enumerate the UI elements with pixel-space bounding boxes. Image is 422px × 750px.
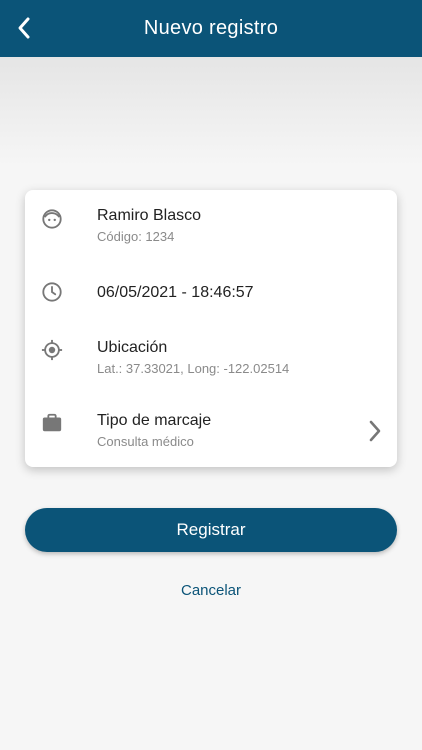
briefcase-icon — [42, 413, 62, 432]
chevron-right-icon[interactable] — [367, 419, 383, 443]
header-shadow — [0, 57, 422, 167]
face-icon — [42, 209, 62, 229]
gps-target-icon — [41, 339, 63, 361]
datetime-value: 06/05/2021 - 18:46:57 — [97, 284, 254, 301]
employee-code: Código: 1234 — [97, 229, 175, 244]
chevron-left-icon — [18, 17, 30, 39]
page-title: Nuevo registro — [143, 17, 279, 39]
record-card: Ramiro Blasco Código: 1234 06/05/2021 - … — [25, 190, 397, 467]
clock-icon — [42, 282, 62, 302]
location-coords: Lat.: 37.33021, Long: -122.02514 — [97, 361, 290, 376]
back-button[interactable] — [10, 14, 38, 42]
marking-type-value: Consulta médico — [97, 434, 194, 449]
cancel-link[interactable]: Cancelar — [0, 582, 422, 599]
employee-name: Ramiro Blasco — [97, 207, 202, 224]
location-label: Ubicación — [97, 339, 168, 356]
marking-type-label: Tipo de marcaje — [97, 412, 212, 429]
app-bar: Nuevo registro — [0, 0, 422, 57]
register-button[interactable]: Registrar — [25, 508, 397, 552]
